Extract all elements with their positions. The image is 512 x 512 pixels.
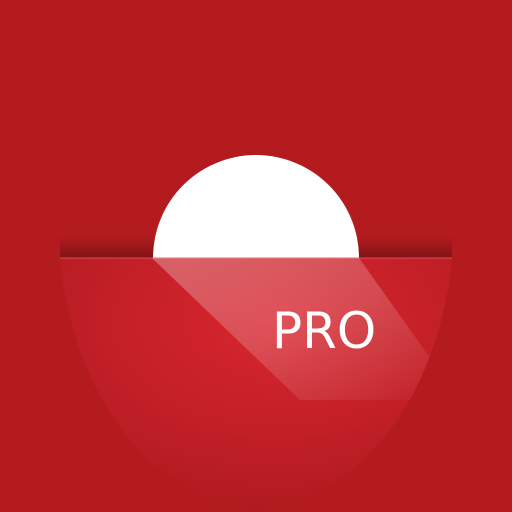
- icon-artwork: [0, 0, 512, 512]
- pro-badge-label: PRO: [272, 302, 377, 360]
- app-icon: PRO: [0, 0, 512, 512]
